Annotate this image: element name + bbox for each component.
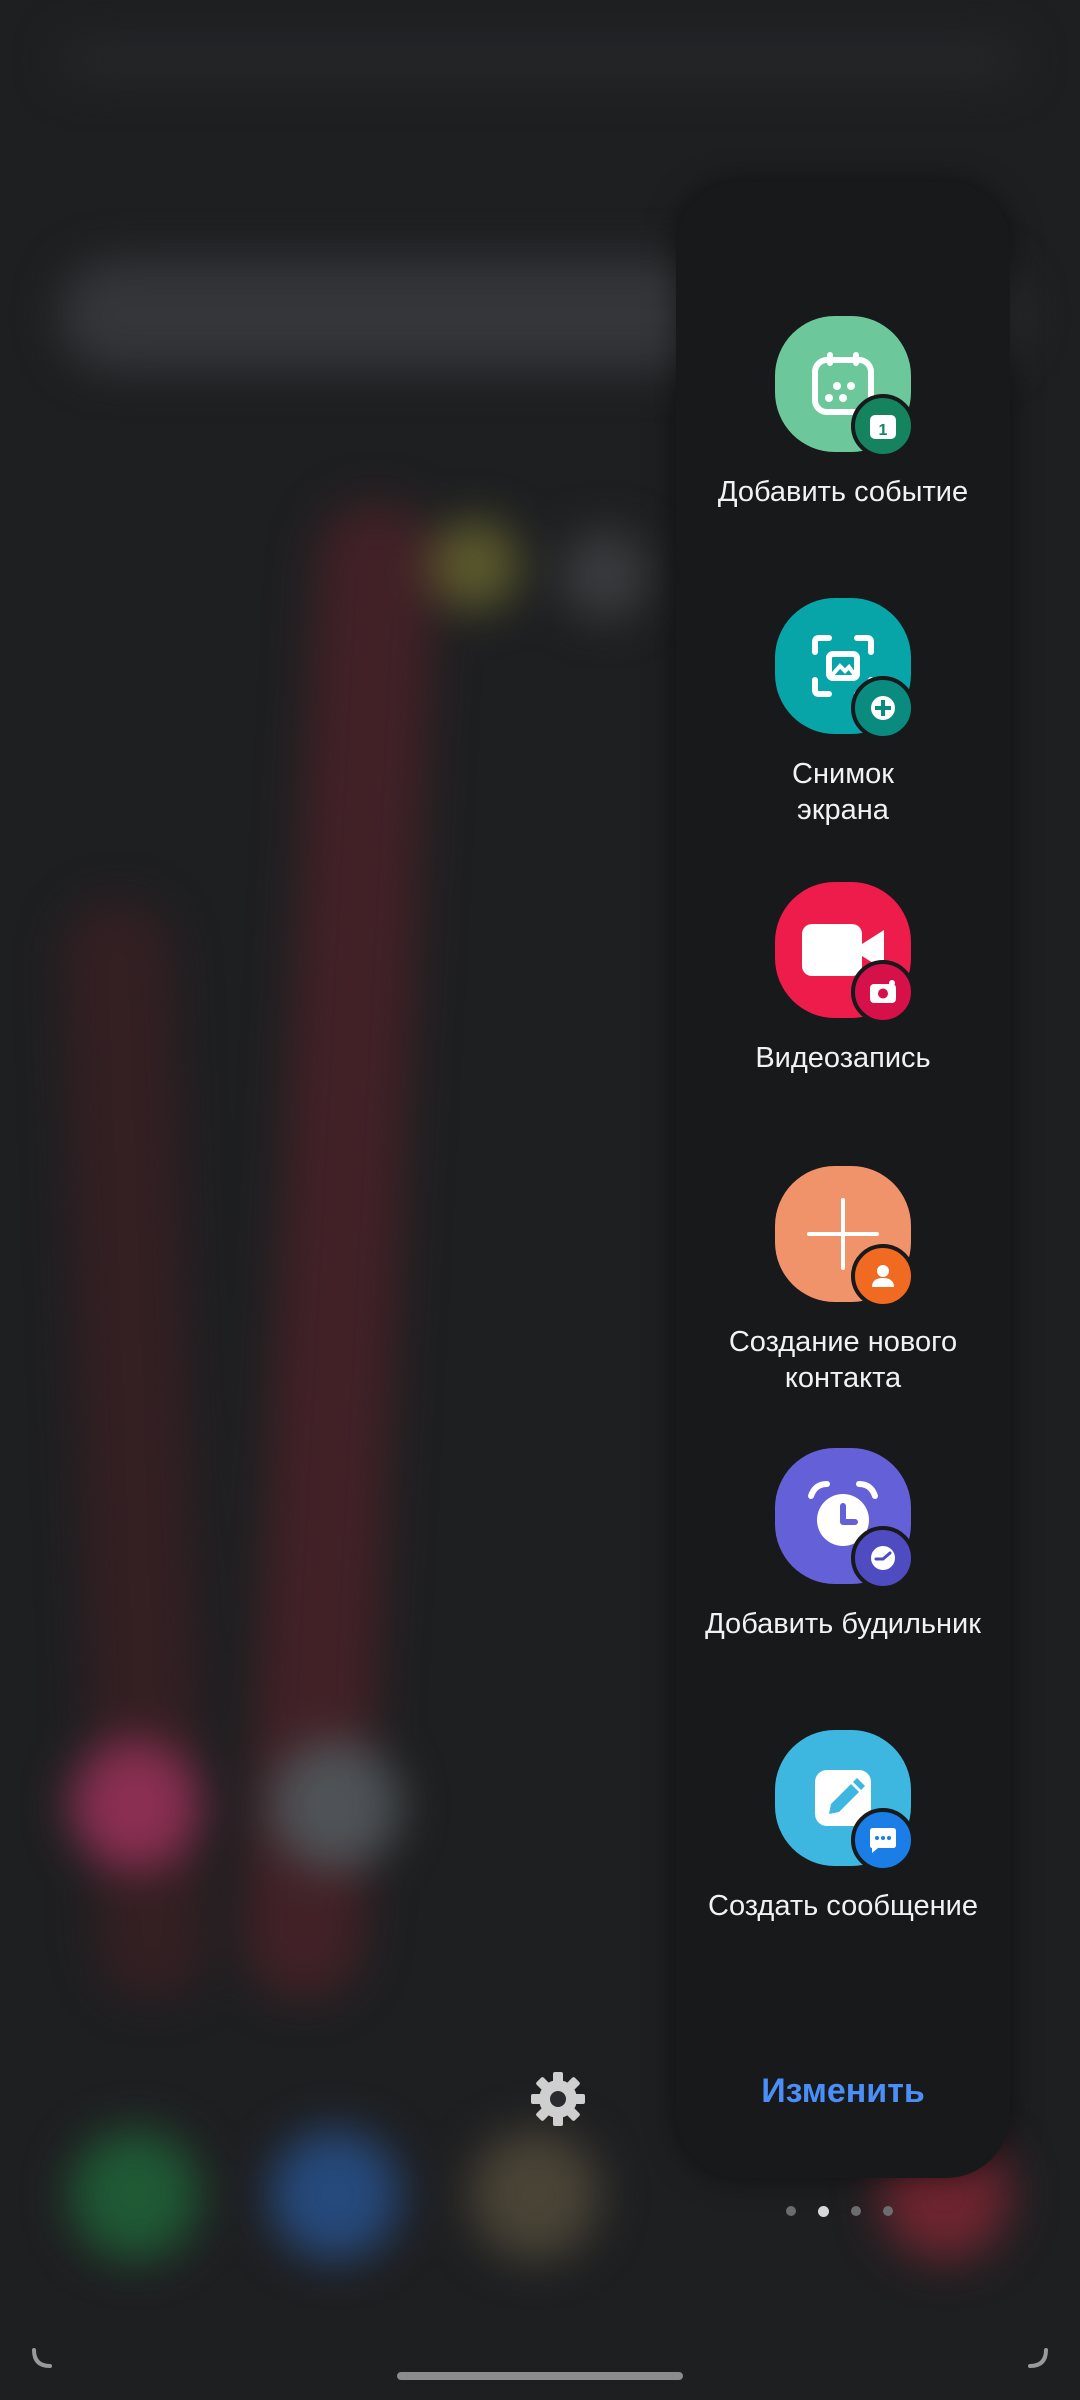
page-dot[interactable] [851, 2206, 861, 2216]
shortcut-label: Создать сообщение [708, 1890, 978, 1922]
shortcut-add-alarm[interactable]: Добавить будильник [676, 1448, 1010, 1642]
person-badge-icon [851, 1244, 915, 1308]
calendar-badge-icon: 1 [851, 394, 915, 458]
page-dot[interactable] [786, 2206, 796, 2216]
shortcut-icon-wrap [775, 1166, 915, 1308]
shortcut-label: Снимок экрана [792, 758, 894, 826]
clock-badge-icon [851, 1526, 915, 1590]
navigation-handle[interactable] [397, 2372, 683, 2380]
shortcut-new-contact[interactable]: Создание нового контакта [676, 1166, 1010, 1396]
svg-text:1: 1 [879, 422, 888, 439]
settings-badge-icon [851, 676, 915, 740]
page-indicator [786, 2206, 893, 2217]
edge-panel: 1 Добавить событие Снимок экрана Видеоза… [676, 182, 1010, 2178]
shortcut-icon-wrap [775, 598, 915, 740]
corner-right-icon [1028, 2348, 1048, 2368]
shortcut-screenshot[interactable]: Снимок экрана [676, 598, 1010, 828]
page-dot-active[interactable] [818, 2206, 829, 2217]
shortcut-icon-wrap [775, 1448, 915, 1590]
shortcut-icon-wrap: 1 [775, 316, 915, 458]
shortcut-video-recording[interactable]: Видеозапись [676, 882, 1010, 1076]
shortcut-label: Создание нового контакта [728, 1326, 958, 1394]
corner-left-icon [32, 2348, 52, 2368]
shortcut-add-event[interactable]: 1 Добавить событие [676, 316, 1010, 510]
shortcut-label: Добавить событие [717, 476, 969, 508]
shortcut-icon-wrap [775, 1730, 915, 1872]
page-dot[interactable] [883, 2206, 893, 2216]
shortcut-create-message[interactable]: Создать сообщение [676, 1730, 1010, 1924]
shortcut-label: Добавить будильник [705, 1608, 981, 1640]
screen: 1 Добавить событие Снимок экрана Видеоза… [0, 0, 1080, 2400]
gear-icon[interactable] [527, 2068, 589, 2130]
edit-button[interactable]: Изменить [676, 2072, 1010, 2111]
shortcut-icon-wrap [775, 882, 915, 1024]
message-badge-icon [851, 1808, 915, 1872]
shortcut-label: Видеозапись [755, 1042, 931, 1074]
camera-badge-icon [851, 960, 915, 1024]
